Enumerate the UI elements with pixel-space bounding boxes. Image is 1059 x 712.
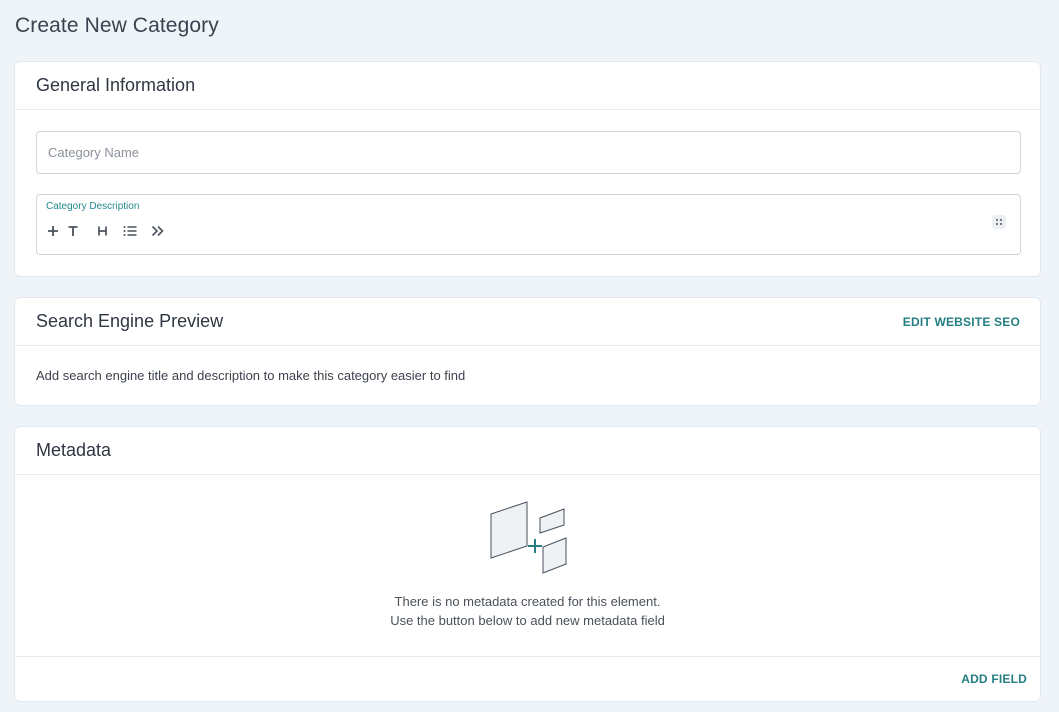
search-engine-preview-title: Search Engine Preview [36,311,224,331]
empty-metadata-message-line2: Use the button below to add new metadata… [390,613,665,628]
category-description-label: Category Description [46,201,140,212]
quote-icon[interactable] [150,221,166,241]
category-description-editor[interactable]: Category Description [36,194,1021,255]
empty-metadata-message-line1: There is no metadata created for this el… [394,594,661,609]
list-icon[interactable] [122,221,138,241]
metadata-title: Metadata [36,440,112,460]
category-name-input[interactable] [36,131,1021,174]
page-title: Create New Category [15,14,219,37]
edit-website-seo-button[interactable]: EDIT WEBSITE SEO [903,315,1020,329]
editor-toolbar [46,221,166,241]
empty-metadata-illustration [490,501,567,574]
heading-icon[interactable] [95,221,109,241]
search-engine-preview-header: Search Engine Preview EDIT WEBSITE SEO [15,298,1040,346]
seo-description: Add search engine title and description … [36,368,466,383]
plus-icon[interactable] [46,221,60,241]
general-information-title: General Information [36,75,196,95]
metadata-card: Metadata There is no metadata created fo… [14,426,1041,702]
general-information-header: General Information [15,62,1040,110]
search-engine-preview-card: Search Engine Preview EDIT WEBSITE SEO A… [14,297,1041,406]
drag-handle-icon[interactable] [992,215,1006,229]
add-field-button[interactable]: ADD FIELD [961,672,1027,686]
metadata-footer: ADD FIELD [15,656,1040,701]
general-information-card: General Information Category Description [14,61,1041,277]
metadata-header: Metadata [15,427,1040,475]
text-icon[interactable] [66,221,80,241]
